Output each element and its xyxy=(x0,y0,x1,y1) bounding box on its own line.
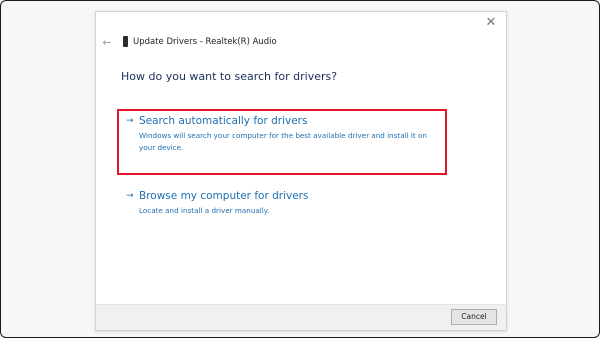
update-drivers-dialog: ✕ ← Update Drivers - Realtek(R) Audio Ho… xyxy=(95,11,507,331)
screenshot-frame: ✕ ← Update Drivers - Realtek(R) Audio Ho… xyxy=(0,0,600,338)
search-automatically-option[interactable]: → Search automatically for drivers Windo… xyxy=(117,109,447,175)
arrow-right-icon: → xyxy=(126,191,134,201)
option-description: Windows will search your computer for th… xyxy=(139,131,427,152)
cancel-button[interactable]: Cancel xyxy=(451,309,497,325)
option-title[interactable]: Browse my computer for drivers xyxy=(139,189,308,203)
dialog-title: Update Drivers - Realtek(R) Audio xyxy=(133,37,277,47)
option-description: Locate and install a driver manually. xyxy=(139,206,270,215)
back-arrow-icon[interactable]: ← xyxy=(101,36,113,50)
dialog-footer: Cancel xyxy=(96,304,506,330)
page-heading: How do you want to search for drivers? xyxy=(121,70,338,83)
browse-computer-option[interactable]: → Browse my computer for drivers Locate … xyxy=(117,184,447,220)
arrow-right-icon: → xyxy=(126,116,134,126)
speaker-device-icon xyxy=(123,36,128,47)
option-title[interactable]: Search automatically for drivers xyxy=(139,114,307,128)
close-icon[interactable]: ✕ xyxy=(482,14,500,32)
